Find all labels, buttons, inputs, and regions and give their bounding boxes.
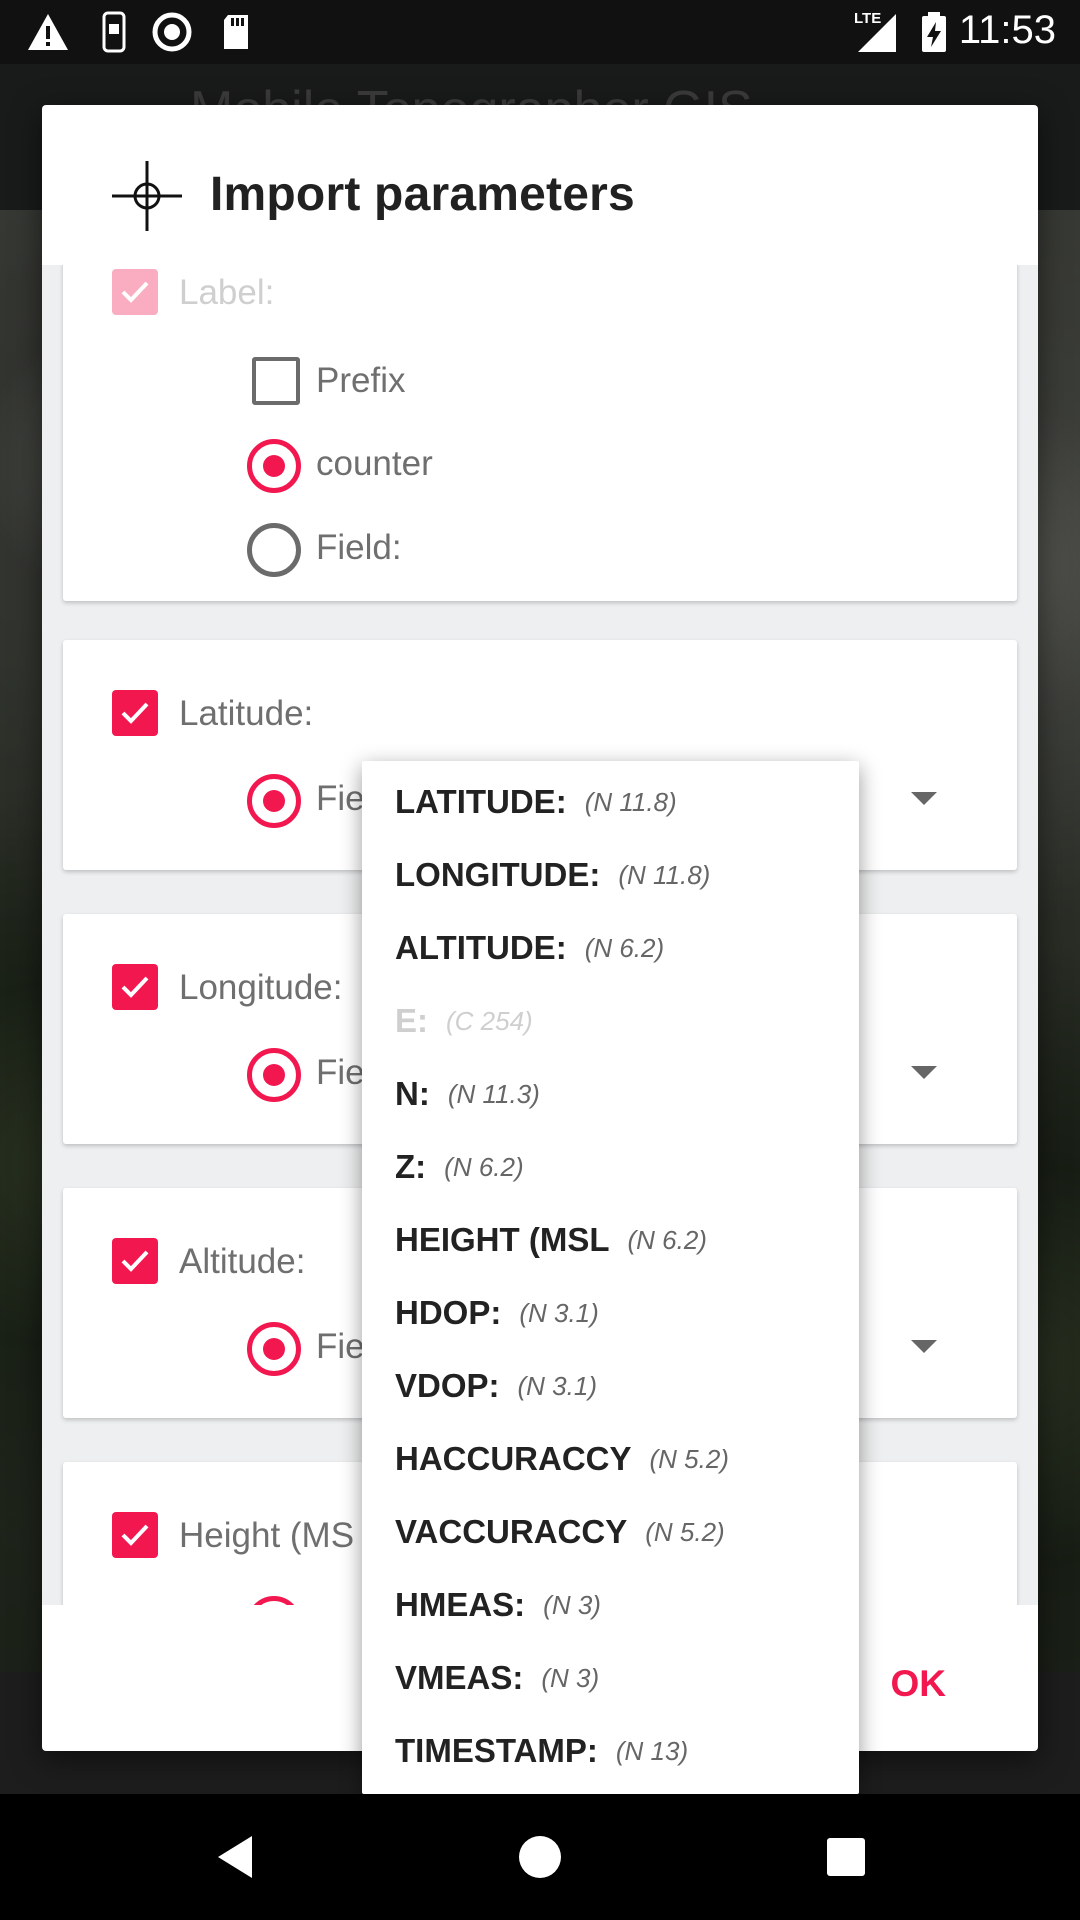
dropdown-item-latitude[interactable]: LATITUDE: (N 11.8) xyxy=(395,783,855,856)
dropdown-item-vaccuraccy[interactable]: VACCURACCY (N 5.2) xyxy=(395,1513,855,1586)
counter-radio[interactable] xyxy=(247,439,301,493)
field-dropdown-menu: LATITUDE: (N 11.8) LONGITUDE: (N 11.8) ALT… xyxy=(362,761,859,1794)
altitude-dropdown-arrow-icon[interactable] xyxy=(911,1340,937,1353)
longitude-field-radio[interactable] xyxy=(247,1048,301,1102)
dialog-header: Import parameters xyxy=(42,105,1038,265)
status-bar: LTE 11:53 xyxy=(0,0,1080,64)
longitude-label: Longitude: xyxy=(179,968,343,1007)
navigation-bar xyxy=(0,1794,1080,1920)
dropdown-item-hdop[interactable]: HDOP: (N 3.1) xyxy=(395,1294,855,1367)
label-field-radio[interactable] xyxy=(247,523,301,577)
altitude-checkbox[interactable] xyxy=(112,1238,158,1284)
status-clock: 11:53 xyxy=(958,8,1056,52)
latitude-field-radio[interactable] xyxy=(247,774,301,828)
recents-icon[interactable] xyxy=(823,1834,869,1880)
latitude-checkbox[interactable] xyxy=(112,690,158,736)
dropdown-item-height-msl[interactable]: HEIGHT (MSL (N 6.2) xyxy=(395,1221,855,1294)
dropdown-item-n[interactable]: N: (N 11.3) xyxy=(395,1075,855,1148)
dropdown-item-haccuraccy[interactable]: HACCURACCY (N 5.2) xyxy=(395,1440,855,1513)
dropdown-item-hmeas[interactable]: HMEAS: (N 3) xyxy=(395,1586,855,1659)
ok-button[interactable]: OK xyxy=(879,1653,959,1715)
dropdown-item-longitude[interactable]: LONGITUDE: (N 11.8) xyxy=(395,856,855,929)
dropdown-item-altitude[interactable]: ALTITUDE: (N 6.2) xyxy=(395,929,855,1002)
back-icon[interactable] xyxy=(212,1832,260,1882)
prefix-label: Prefix xyxy=(316,361,406,400)
sd-card-icon xyxy=(224,15,248,49)
device-lock-icon xyxy=(102,11,126,53)
longitude-dropdown-arrow-icon[interactable] xyxy=(911,1066,937,1079)
altitude-label: Altitude: xyxy=(179,1242,306,1281)
label-checkbox[interactable] xyxy=(112,269,158,315)
signal-icon xyxy=(858,14,896,52)
dropdown-item-e: E: (C 254) xyxy=(395,1002,533,1039)
counter-label: counter xyxy=(316,444,433,483)
home-icon[interactable] xyxy=(515,1832,565,1882)
latitude-dropdown-arrow-icon[interactable] xyxy=(911,792,937,805)
record-icon xyxy=(152,12,192,52)
prefix-checkbox[interactable] xyxy=(252,357,300,405)
height-label: Height (MS xyxy=(179,1516,355,1555)
label-card: Label: Prefix counter Field: xyxy=(63,265,1017,601)
dropdown-item-vdop[interactable]: VDOP: (N 3.1) xyxy=(395,1367,855,1440)
dropdown-item-vmeas[interactable]: VMEAS: (N 3) xyxy=(395,1659,855,1732)
dialog-title: Import parameters xyxy=(210,168,635,221)
label-section-label: Label: xyxy=(179,273,275,312)
longitude-checkbox[interactable] xyxy=(112,964,158,1010)
altitude-field-radio[interactable] xyxy=(247,1322,301,1376)
warning-icon xyxy=(28,14,68,50)
label-field-label: Field: xyxy=(316,528,402,567)
dropdown-item-z[interactable]: Z: (N 6.2) xyxy=(395,1148,855,1221)
height-checkbox[interactable] xyxy=(112,1512,158,1558)
height-field-radio[interactable] xyxy=(247,1596,301,1605)
battery-charging-icon xyxy=(922,12,946,52)
crosshair-icon xyxy=(112,161,182,231)
latitude-label: Latitude: xyxy=(179,694,314,733)
